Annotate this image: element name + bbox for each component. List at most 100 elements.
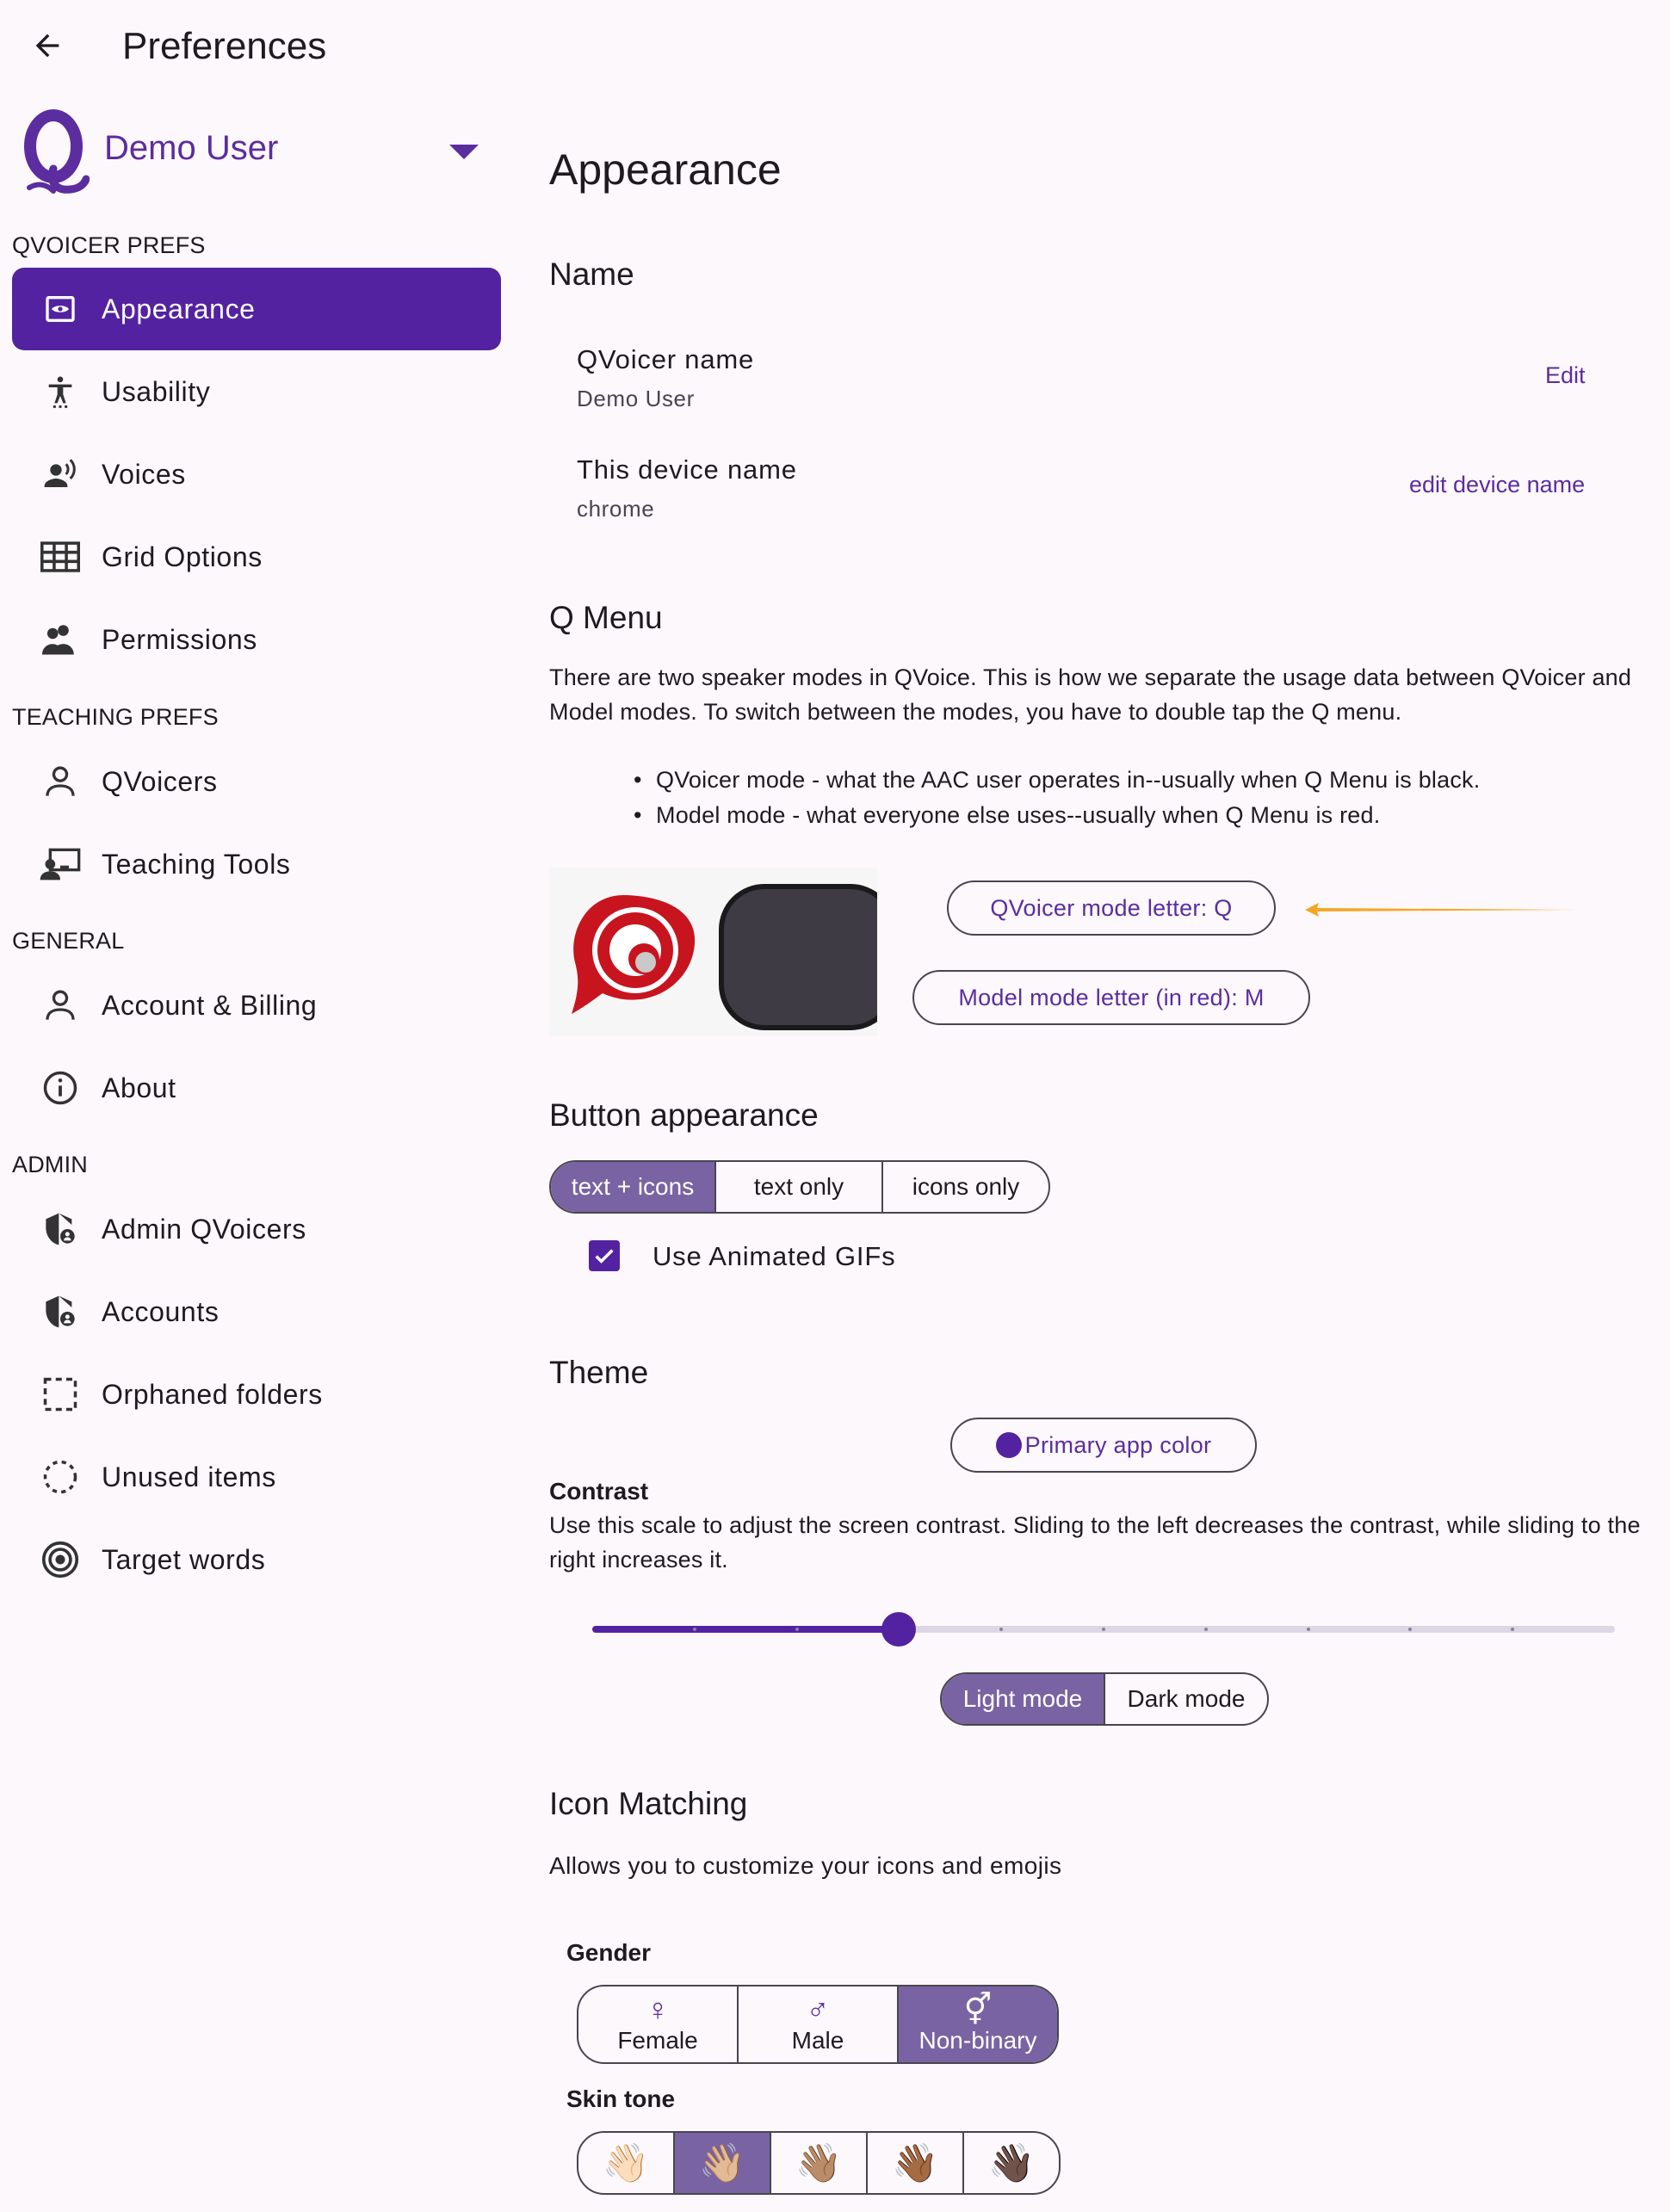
- sidebar-item-usability[interactable]: Usability: [12, 350, 501, 433]
- option-non-binary[interactable]: ⚥ Non-binary: [899, 1986, 1057, 2062]
- contrast-label: Contrast: [549, 1478, 649, 1505]
- person-icon: [33, 978, 88, 1033]
- option-icons-only[interactable]: icons only: [883, 1162, 1048, 1212]
- qmenu-bullet-dot: •: [634, 802, 642, 828]
- slider-tick: [1408, 1628, 1413, 1631]
- sidebar-item-label: Voices: [102, 458, 186, 490]
- sidebar-item-accounts[interactable]: Accounts: [12, 1270, 501, 1353]
- sidebar-item-label: Grid Options: [102, 541, 263, 572]
- sidebar-item-label: Teaching Tools: [102, 848, 291, 880]
- skin-tone-4[interactable]: 👋🏾: [868, 2133, 964, 2193]
- qmenu-logo: [572, 884, 877, 1030]
- edit-device-name-link[interactable]: edit device name: [1409, 472, 1585, 498]
- user-selector[interactable]: Demo User: [22, 109, 479, 207]
- button-appearance-heading: Button appearance: [549, 1097, 819, 1133]
- slider-fill: [592, 1626, 900, 1633]
- sidebar-item-label: Appearance: [102, 293, 256, 324]
- voice-icon: [33, 447, 88, 502]
- option-light-mode[interactable]: Light mode: [942, 1674, 1105, 1724]
- qmenu-bullet: QVoicer mode - what the AAC user operate…: [656, 767, 1481, 793]
- sidebar-item-account-billing[interactable]: Account & Billing: [12, 964, 501, 1047]
- contrast-slider[interactable]: [592, 1612, 1615, 1647]
- back-button[interactable]: [22, 21, 72, 71]
- sidebar-item-voices[interactable]: Voices: [12, 433, 501, 516]
- page-title: Preferences: [122, 25, 327, 67]
- animated-gifs-checkbox[interactable]: [589, 1240, 620, 1271]
- qmenu-heading: Q Menu: [549, 600, 663, 635]
- qmenu-bullet: Model mode - what everyone else uses--us…: [656, 802, 1381, 828]
- option-text-only[interactable]: text only: [716, 1162, 883, 1212]
- gender-toggle[interactable]: ♀ Female ♂ Male ⚥ Non-binary: [577, 1985, 1059, 2064]
- admin-shield-icon: [33, 1202, 88, 1257]
- skin-tone-toggle[interactable]: 👋🏻 👋🏼 👋🏽 👋🏾 👋🏿: [577, 2131, 1061, 2195]
- sidebar-item-permissions[interactable]: Permissions: [12, 598, 501, 681]
- light-dark-toggle[interactable]: Light mode Dark mode: [940, 1672, 1269, 1726]
- sidebar-item-orphaned-folders[interactable]: Orphaned folders: [12, 1353, 501, 1436]
- skin-tone-1[interactable]: 👋🏻: [578, 2133, 675, 2193]
- gender-option-label: Non-binary: [918, 2027, 1037, 2054]
- slider-tick: [1511, 1628, 1515, 1631]
- appearance-icon: [33, 281, 88, 337]
- skin-tone-2[interactable]: 👋🏼: [675, 2133, 771, 2193]
- icon-matching-description: Allows you to customize your icons and e…: [549, 1852, 1062, 1879]
- skin-tone-3[interactable]: 👋🏽: [771, 2133, 868, 2193]
- male-icon: ♂: [806, 1992, 830, 2027]
- admin-shield-icon: [33, 1284, 88, 1339]
- dashed-square-icon: [33, 1367, 88, 1422]
- model-mode-letter-button[interactable]: Model mode letter (in red): M: [912, 970, 1310, 1025]
- edit-qvoicer-name-link[interactable]: Edit: [1545, 362, 1586, 389]
- option-dark-mode[interactable]: Dark mode: [1105, 1674, 1267, 1724]
- slider-tick: [999, 1628, 1004, 1631]
- pointer-arrow-icon: [1305, 903, 1575, 917]
- female-icon: ♀: [646, 1992, 670, 2027]
- qvoicer-name-label: QVoicer name: [577, 344, 755, 374]
- sidebar-item-label: Unused items: [102, 1461, 276, 1492]
- sidebar-item-label: Target words: [102, 1543, 266, 1575]
- sidebar-item-label: QVoicers: [102, 765, 218, 797]
- slider-tick: [692, 1628, 696, 1631]
- arrow-back-icon: [35, 34, 59, 58]
- gender-option-label: Female: [617, 2027, 698, 2054]
- target-icon: [33, 1532, 88, 1587]
- sidebar-item-unused-items[interactable]: Unused items: [12, 1436, 501, 1518]
- section-general: GENERAL: [12, 928, 125, 954]
- sidebar-item-label: Admin QVoicers: [102, 1213, 306, 1245]
- check-icon: [595, 1249, 614, 1264]
- qvoice-logo: [24, 109, 90, 194]
- section-teaching-prefs: TEACHING PREFS: [12, 704, 219, 730]
- sidebar-item-grid-options[interactable]: Grid Options: [12, 516, 501, 598]
- people-icon: [33, 612, 88, 667]
- chevron-down-icon: [449, 145, 479, 159]
- sidebar-item-teaching-tools[interactable]: Teaching Tools: [12, 823, 501, 905]
- slider-tick: [795, 1628, 799, 1631]
- qmenu-description: There are two speaker modes in QVoice. T…: [549, 664, 1632, 725]
- primary-color-label: Primary app color: [1024, 1431, 1212, 1458]
- device-name-label: This device name: [577, 454, 797, 485]
- qvoicer-mode-letter-button[interactable]: QVoicer mode letter: Q: [947, 880, 1276, 936]
- sidebar-item-qvoicers[interactable]: QVoicers: [12, 740, 501, 823]
- section-admin: ADMIN: [12, 1152, 88, 1177]
- gender-label: Gender: [566, 1939, 652, 1966]
- option-male[interactable]: ♂ Male: [739, 1986, 899, 2062]
- animated-gifs-label: Use Animated GIFs: [653, 1241, 896, 1271]
- teacher-board-icon: [33, 837, 88, 892]
- skin-tone-5[interactable]: 👋🏿: [964, 2133, 1059, 2193]
- qmenu-preview-image: [549, 868, 877, 1036]
- option-text-icons[interactable]: text + icons: [551, 1162, 716, 1212]
- sidebar-item-admin-qvoicers[interactable]: Admin QVoicers: [12, 1188, 501, 1270]
- qmenu-bullet-dot: •: [634, 767, 642, 793]
- sidebar-item-label: Accounts: [102, 1295, 220, 1327]
- section-title: Appearance: [549, 145, 782, 194]
- sidebar-item-label: Orphaned folders: [102, 1378, 323, 1410]
- sidebar-item-about[interactable]: About: [12, 1047, 501, 1129]
- sidebar-item-label: About: [102, 1072, 176, 1103]
- non-binary-icon: ⚥: [963, 1992, 993, 2027]
- option-female[interactable]: ♀ Female: [578, 1986, 739, 2062]
- button-appearance-toggle[interactable]: text + icons text only icons only: [549, 1160, 1050, 1214]
- sidebar-item-appearance[interactable]: Appearance: [12, 268, 501, 350]
- theme-heading: Theme: [549, 1355, 649, 1390]
- slider-thumb[interactable]: [881, 1612, 917, 1647]
- sidebar-item-target-words[interactable]: Target words: [12, 1518, 501, 1601]
- accessibility-icon: [33, 364, 88, 419]
- primary-color-button[interactable]: Primary app color: [950, 1418, 1257, 1473]
